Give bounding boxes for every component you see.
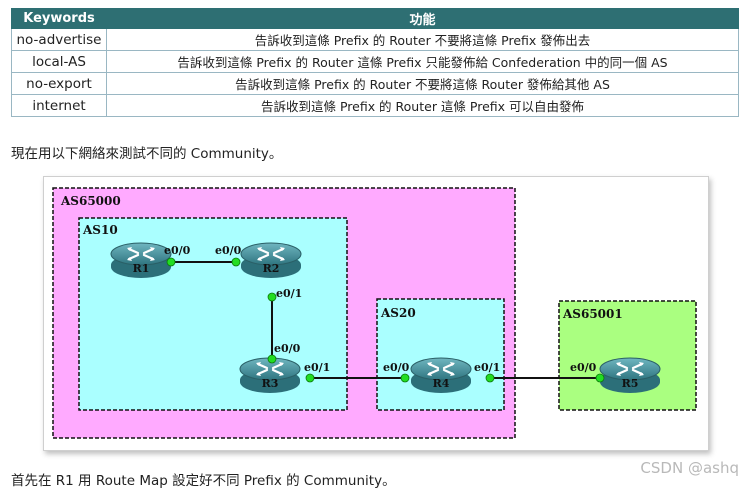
- router-r4-label: R4: [433, 377, 450, 390]
- port-r5-e00: [595, 373, 605, 383]
- description-cell: 告訴收到這條 Prefix 的 Router 不要將這條 Prefix 發佈出去: [106, 28, 739, 51]
- table-row: no-advertise 告訴收到這條 Prefix 的 Router 不要將這…: [11, 28, 739, 51]
- port-r2-e01: [267, 292, 277, 302]
- port-label: e0/1: [276, 287, 302, 300]
- table-row: internet 告訴收到這條 Prefix 的 Router 這條 Prefi…: [11, 94, 739, 117]
- port-label: e0/1: [474, 361, 500, 374]
- as20-label: AS20: [380, 306, 416, 320]
- port-r3-e01: [305, 373, 315, 383]
- port-label: e0/0: [383, 361, 410, 374]
- port-r4-e00: [400, 373, 410, 383]
- router-r4[interactable]: R4: [409, 356, 473, 395]
- port-r3-e00: [267, 354, 277, 364]
- as65000-label: AS65000: [60, 194, 121, 208]
- port-r1-e00: [166, 257, 176, 267]
- csdn-watermark: CSDN @ashq: [640, 459, 739, 477]
- router-r1[interactable]: R1: [109, 241, 173, 280]
- port-label: e0/1: [304, 361, 330, 374]
- keyword-cell: no-export: [11, 72, 107, 95]
- router-r5-label: R5: [622, 377, 639, 390]
- port-r4-e01: [485, 373, 495, 383]
- table-row: no-export 告訴收到這條 Prefix 的 Router 不要將這條 R…: [11, 72, 739, 95]
- description-cell: 告訴收到這條 Prefix 的 Router 這條 Prefix 只能發佈給 C…: [106, 50, 739, 73]
- network-topology-diagram: AS65000 AS10 AS20 AS65001 R1 R2 R3 R4 R5…: [43, 176, 709, 451]
- header-keywords: Keywords: [11, 8, 107, 29]
- router-r3[interactable]: R3: [238, 356, 302, 395]
- intro-paragraph: 現在用以下網絡來測試不同的 Community。: [11, 146, 283, 162]
- keyword-cell: local-AS: [11, 50, 107, 73]
- port-label: e0/0: [215, 244, 242, 257]
- router-r3-label: R3: [262, 377, 279, 390]
- port-label: e0/0: [164, 244, 191, 257]
- description-cell: 告訴收到這條 Prefix 的 Router 不要將這條 Router 發佈給其…: [106, 72, 739, 95]
- router-r2-label: R2: [263, 262, 280, 275]
- router-r5[interactable]: R5: [598, 356, 662, 395]
- router-r1-label: R1: [133, 262, 150, 275]
- as65001-label: AS65001: [562, 307, 623, 321]
- header-function: 功能: [106, 8, 739, 29]
- footer-paragraph: 首先在 R1 用 Route Map 設定好不同 Prefix 的 Commun…: [11, 473, 396, 489]
- port-label: e0/0: [570, 361, 597, 374]
- description-cell: 告訴收到這條 Prefix 的 Router 這條 Prefix 可以自由發佈: [106, 94, 739, 117]
- as10-label: AS10: [82, 223, 118, 237]
- port-r2-e00: [231, 257, 241, 267]
- community-keywords-table: Keywords 功能 no-advertise 告訴收到這條 Prefix 的…: [11, 8, 739, 117]
- keyword-cell: no-advertise: [11, 28, 107, 51]
- port-label: e0/0: [274, 342, 301, 355]
- keyword-cell: internet: [11, 94, 107, 117]
- table-header-row: Keywords 功能: [11, 8, 739, 29]
- table-row: local-AS 告訴收到這條 Prefix 的 Router 這條 Prefi…: [11, 50, 739, 73]
- router-r2[interactable]: R2: [239, 241, 303, 280]
